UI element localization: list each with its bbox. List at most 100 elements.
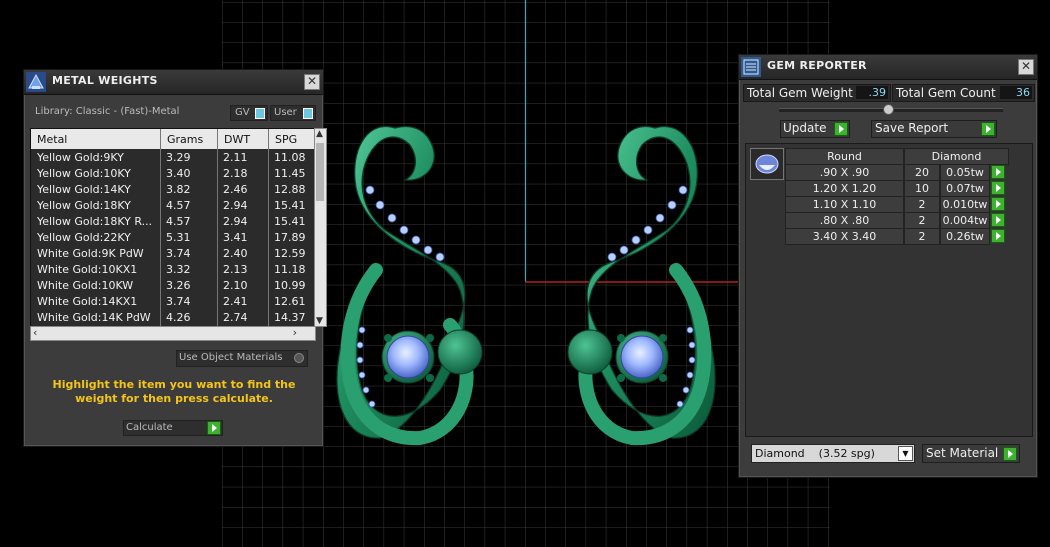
cell-spg: 11.18 <box>274 263 306 276</box>
metal-table: Metal Grams DWT SPG Yellow Gold:9KY 3.29 2… <box>30 128 316 327</box>
calculate-go-icon <box>207 421 221 435</box>
instructions-text: Highlight the item you want to find the … <box>52 378 296 405</box>
gem-count: 2 <box>904 228 940 245</box>
gem-row-go-icon[interactable] <box>991 213 1005 227</box>
col-header-spg[interactable]: SPG <box>275 133 297 146</box>
metal-weights-titlebar[interactable]: METAL WEIGHTS ✕ <box>24 70 323 95</box>
table-row[interactable]: Yellow Gold:14KY 3.82 2.46 12.88 <box>31 182 315 198</box>
cell-grams: 4.57 <box>166 199 191 212</box>
cell-spg: 11.08 <box>274 151 306 164</box>
use-object-materials-button[interactable]: Use Object Materials <box>176 350 308 367</box>
scroll-down-icon[interactable]: ▼ <box>316 316 323 326</box>
gv-toggle[interactable]: GV <box>230 105 268 121</box>
update-go-icon <box>834 122 848 136</box>
set-material-go-icon <box>1003 447 1017 461</box>
table-row[interactable]: White Gold:10KW 3.26 2.10 10.99 <box>31 278 315 294</box>
cell-spg: 14.37 <box>274 311 306 324</box>
cell-dwt: 2.10 <box>223 279 248 292</box>
cell-spg: 12.88 <box>274 183 306 196</box>
cell-metal: White Gold:10KX1 <box>37 263 138 276</box>
gem-size: .90 X .90 <box>785 164 904 181</box>
gem-row-go-icon[interactable] <box>991 181 1005 195</box>
material-select-value: Diamond (3.52 spg) <box>755 447 875 460</box>
material-select[interactable]: Diamond (3.52 spg) ▼ <box>751 444 915 463</box>
table-row[interactable]: White Gold:9K PdW 3.74 2.40 12.59 <box>31 246 315 262</box>
gem-list-area: Round Diamond .90 X .90 20 0.05tw 1.20 X… <box>745 143 1033 437</box>
cell-metal: White Gold:14K PdW <box>37 311 151 324</box>
close-icon: ✕ <box>1020 59 1032 73</box>
close-icon: ✕ <box>306 74 318 88</box>
scroll-up-icon[interactable]: ▲ <box>316 129 323 139</box>
cell-grams: 3.40 <box>166 167 191 180</box>
cell-dwt: 2.94 <box>223 199 248 212</box>
table-row[interactable]: White Gold:10KX1 3.32 2.13 11.18 <box>31 262 315 278</box>
table-row[interactable]: White Gold:14K PdW 4.26 2.74 14.37 <box>31 310 315 326</box>
gem-reporter-close-button[interactable]: ✕ <box>1018 59 1034 75</box>
table-row[interactable]: Yellow Gold:9KY 3.29 2.11 11.08 <box>31 150 315 166</box>
set-material-button[interactable]: Set Material <box>922 444 1020 463</box>
metal-table-horizontal-scrollbar[interactable]: ‹ › <box>30 326 316 341</box>
cell-metal: Yellow Gold:9KY <box>37 151 124 164</box>
dropdown-arrow-icon[interactable]: ▼ <box>898 446 913 461</box>
cell-dwt: 3.41 <box>223 231 248 244</box>
table-row[interactable]: Yellow Gold:18KY 4.57 2.94 15.41 <box>31 198 315 214</box>
scroll-thumb[interactable] <box>316 143 324 201</box>
gv-label: GV <box>235 107 250 118</box>
cell-grams: 3.29 <box>166 151 191 164</box>
user-label: User <box>274 107 297 118</box>
cell-grams: 4.26 <box>166 311 191 324</box>
set-material-label: Set Material <box>926 446 999 460</box>
table-row[interactable]: White Gold:14KX1 3.74 2.41 12.61 <box>31 294 315 310</box>
cell-metal: White Gold:9K PdW <box>37 247 144 260</box>
total-gem-weight-field: Total Gem Weight .39 <box>743 84 891 102</box>
gem-size: 3.40 X 3.40 <box>785 228 904 245</box>
gem-row-go-icon[interactable] <box>991 165 1005 179</box>
save-report-button[interactable]: Save Report <box>871 120 997 138</box>
table-row[interactable]: Yellow Gold:18KY R... 4.57 2.94 15.41 <box>31 214 315 230</box>
scroll-left-icon[interactable]: ‹ <box>33 326 37 339</box>
total-gem-weight-value: .39 <box>856 86 888 99</box>
gv-indicator-icon <box>255 108 265 119</box>
gem-weight: 0.26tw <box>940 228 990 245</box>
gem-reporter-titlebar[interactable]: GEM REPORTER ✕ <box>739 55 1037 80</box>
cell-spg: 17.89 <box>274 231 306 244</box>
gem-size: 1.20 X 1.20 <box>785 180 904 197</box>
cell-metal: Yellow Gold:18KY <box>37 199 131 212</box>
library-label: Library: Classic - (Fast)-Metal <box>35 106 180 117</box>
cell-metal: Yellow Gold:18KY R... <box>37 215 153 228</box>
col-header-round: Round <box>785 148 904 165</box>
total-gem-count-value: 36 <box>1000 86 1032 99</box>
gem-reporter-panel: GEM REPORTER ✕ Total Gem Weight .39 Tota… <box>738 54 1038 478</box>
gem-count: 20 <box>904 164 940 181</box>
gem-weight: 0.010tw <box>940 196 990 213</box>
metal-weights-panel: METAL WEIGHTS ✕ Library: Classic - (Fast… <box>23 69 327 447</box>
cell-spg: 10.99 <box>274 279 306 292</box>
total-gem-weight-label: Total Gem Weight <box>747 86 853 100</box>
table-row[interactable]: Yellow Gold:22KY 5.31 3.41 17.89 <box>31 230 315 246</box>
table-row[interactable]: Yellow Gold:10KY 3.40 2.18 11.45 <box>31 166 315 182</box>
metal-weights-close-button[interactable]: ✕ <box>304 74 320 90</box>
col-header-dwt[interactable]: DWT <box>224 133 250 146</box>
metal-weights-icon <box>26 72 46 92</box>
calculate-button[interactable]: Calculate <box>123 420 223 436</box>
size-slider[interactable] <box>779 104 1003 115</box>
user-toggle[interactable]: User <box>270 105 316 121</box>
gem-weight: 0.004tw <box>940 212 990 229</box>
metal-table-vertical-scrollbar[interactable]: ▲ ▼ <box>314 128 327 327</box>
update-label: Update <box>783 121 827 135</box>
scroll-right-icon[interactable]: › <box>293 326 297 339</box>
slider-handle-icon[interactable] <box>883 104 894 115</box>
col-header-metal[interactable]: Metal <box>37 133 67 146</box>
total-gem-count-field: Total Gem Count 36 <box>892 84 1035 102</box>
cell-grams: 4.57 <box>166 215 191 228</box>
col-header-grams[interactable]: Grams <box>167 133 203 146</box>
round-gem-thumbnail[interactable] <box>750 148 784 180</box>
gem-row-go-icon[interactable] <box>991 197 1005 211</box>
gem-count: 2 <box>904 212 940 229</box>
gem-count: 2 <box>904 196 940 213</box>
total-gem-count-label: Total Gem Count <box>896 86 996 100</box>
gem-weight: 0.05tw <box>940 164 990 181</box>
user-indicator-icon <box>303 108 313 119</box>
gem-row-go-icon[interactable] <box>991 229 1005 243</box>
update-button[interactable]: Update <box>780 120 850 138</box>
